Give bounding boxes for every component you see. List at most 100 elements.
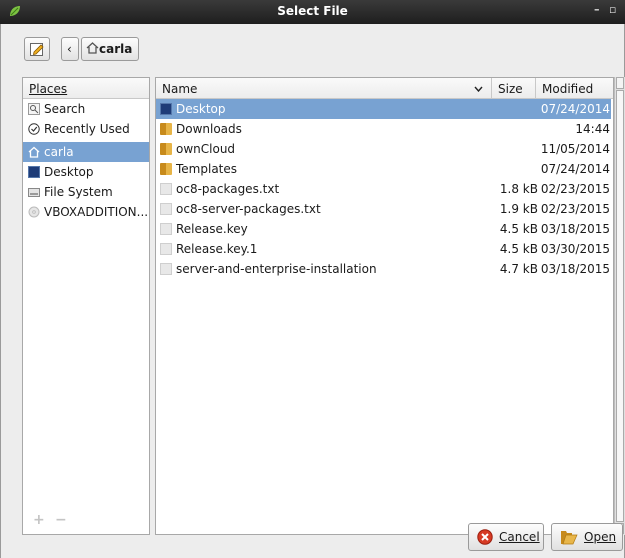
scroll-up-button[interactable] [616,77,624,89]
file-name-cell: ownCloud [160,142,235,156]
folder-icon [160,163,172,175]
disc-icon [28,206,40,218]
folder-open-icon [561,531,578,545]
place-recently-used-label: Recently Used [44,122,130,136]
file-size: 1.9 kB [499,202,538,216]
cancel-icon [477,529,493,545]
cancel-button[interactable]: Cancel [468,523,544,551]
breadcrumb-label: carla [99,42,133,56]
file-name: ownCloud [176,142,236,156]
place-file-system-label: File System [44,185,113,199]
file-icon [160,183,172,195]
file-row-owncloud[interactable]: ownCloud 11/05/2014 [156,139,611,159]
drive-icon [28,188,40,197]
file-chooser-dialog: ‹ carla Places Search Recently Used carl… [0,24,625,558]
file-modified: 07/24/2014 [540,162,610,176]
place-desktop[interactable]: Desktop [23,162,149,182]
file-name: Downloads [176,122,242,136]
file-name-cell: oc8-server-packages.txt [160,202,321,216]
scroll-thumb[interactable] [616,90,624,522]
place-search[interactable]: Search [23,99,149,119]
add-bookmark-button[interactable]: + [33,512,45,528]
desktop-icon [160,103,172,115]
place-vboxadditions[interactable]: VBOXADDITION... [23,202,149,222]
pencil-icon [30,43,44,56]
file-name: Release.key [176,222,248,236]
file-name: server-and-enterprise-installation [176,262,377,276]
title-bar: Select File – ▫ [0,0,625,24]
column-header-name[interactable]: Name [156,78,491,99]
file-row-release-key-1[interactable]: Release.key.1 4.5 kB 03/30/2015 [156,239,611,259]
place-recently-used[interactable]: Recently Used [23,119,149,139]
file-icon [160,263,172,275]
home-icon [28,146,40,158]
column-modified-label: Modified [542,82,594,96]
remove-bookmark-button[interactable]: − [55,512,67,528]
file-icon [160,203,172,215]
open-button[interactable]: Open [551,523,623,551]
file-modified: 07/24/2014 [540,102,610,116]
file-name-cell: Downloads [160,122,242,136]
file-row-oc8-packages[interactable]: oc8-packages.txt 1.8 kB 02/23/2015 [156,179,611,199]
file-name: Release.key.1 [176,242,258,256]
desktop-icon [28,166,40,178]
file-modified: 02/23/2015 [540,202,610,216]
column-name-label: Name [162,82,198,96]
breadcrumb-carla[interactable]: carla [81,37,139,61]
window-title: Select File [277,4,348,18]
column-size-label: Size [498,82,523,96]
file-name-cell: Templates [160,162,237,176]
files-pane: Name Size Modified Desktop 07/24/2014 Do… [155,77,614,535]
maximize-button[interactable]: ▫ [609,3,616,16]
file-modified: 03/18/2015 [540,222,610,236]
file-row-downloads[interactable]: Downloads 14:44 [156,119,611,139]
file-modified: 03/30/2015 [540,242,610,256]
path-back-button[interactable]: ‹ [61,37,79,61]
file-name-cell: Release.key [160,222,248,236]
file-icon [160,243,172,255]
places-header: Places [23,78,149,99]
file-modified: 11/05/2014 [540,142,610,156]
file-name: oc8-packages.txt [176,182,280,196]
edit-location-button[interactable] [24,37,50,61]
file-size: 4.5 kB [499,242,538,256]
file-size: 4.7 kB [499,262,538,276]
file-row-release-key[interactable]: Release.key 4.5 kB 03/18/2015 [156,219,611,239]
folder-icon [160,143,172,155]
place-carla[interactable]: carla [23,142,149,162]
file-list-scrollbar[interactable] [614,77,625,535]
file-icon [160,223,172,235]
minimize-button[interactable]: – [594,3,600,16]
place-carla-label: carla [44,145,74,159]
file-row-desktop[interactable]: Desktop 07/24/2014 [156,99,611,119]
place-vboxadditions-label: VBOXADDITION... [44,205,149,219]
home-icon [86,42,99,54]
search-icon [28,103,40,115]
file-row-templates[interactable]: Templates 07/24/2014 [156,159,611,179]
file-size: 1.8 kB [499,182,538,196]
cancel-label: Cancel [499,530,540,544]
place-file-system[interactable]: File System [23,182,149,202]
file-modified: 14:44 [575,122,610,136]
folder-icon [160,123,172,135]
place-search-label: Search [44,102,86,116]
file-name-cell: oc8-packages.txt [160,182,279,196]
file-size: 4.5 kB [499,222,538,236]
file-name: oc8-server-packages.txt [176,202,321,216]
open-label: Open [584,530,617,544]
file-name: Desktop [176,102,226,116]
file-row-server-and-enterprise-installation[interactable]: server-and-enterprise-installation 4.7 k… [156,259,611,279]
recent-icon [28,123,40,135]
places-pane: Places Search Recently Used carla Deskto… [22,77,150,535]
file-row-oc8-server-packages[interactable]: oc8-server-packages.txt 1.9 kB 02/23/201… [156,199,611,219]
column-header-size[interactable]: Size [491,78,535,99]
file-name-cell: server-and-enterprise-installation [160,262,377,276]
file-modified: 02/23/2015 [540,182,610,196]
file-name-cell: Desktop [160,102,226,116]
file-name: Templates [176,162,238,176]
places-header-label: Places [29,82,68,96]
column-header-modified[interactable]: Modified [535,78,613,99]
place-desktop-label: Desktop [44,165,94,179]
sort-chevron-down-icon [474,86,483,92]
file-modified: 03/18/2015 [540,262,610,276]
